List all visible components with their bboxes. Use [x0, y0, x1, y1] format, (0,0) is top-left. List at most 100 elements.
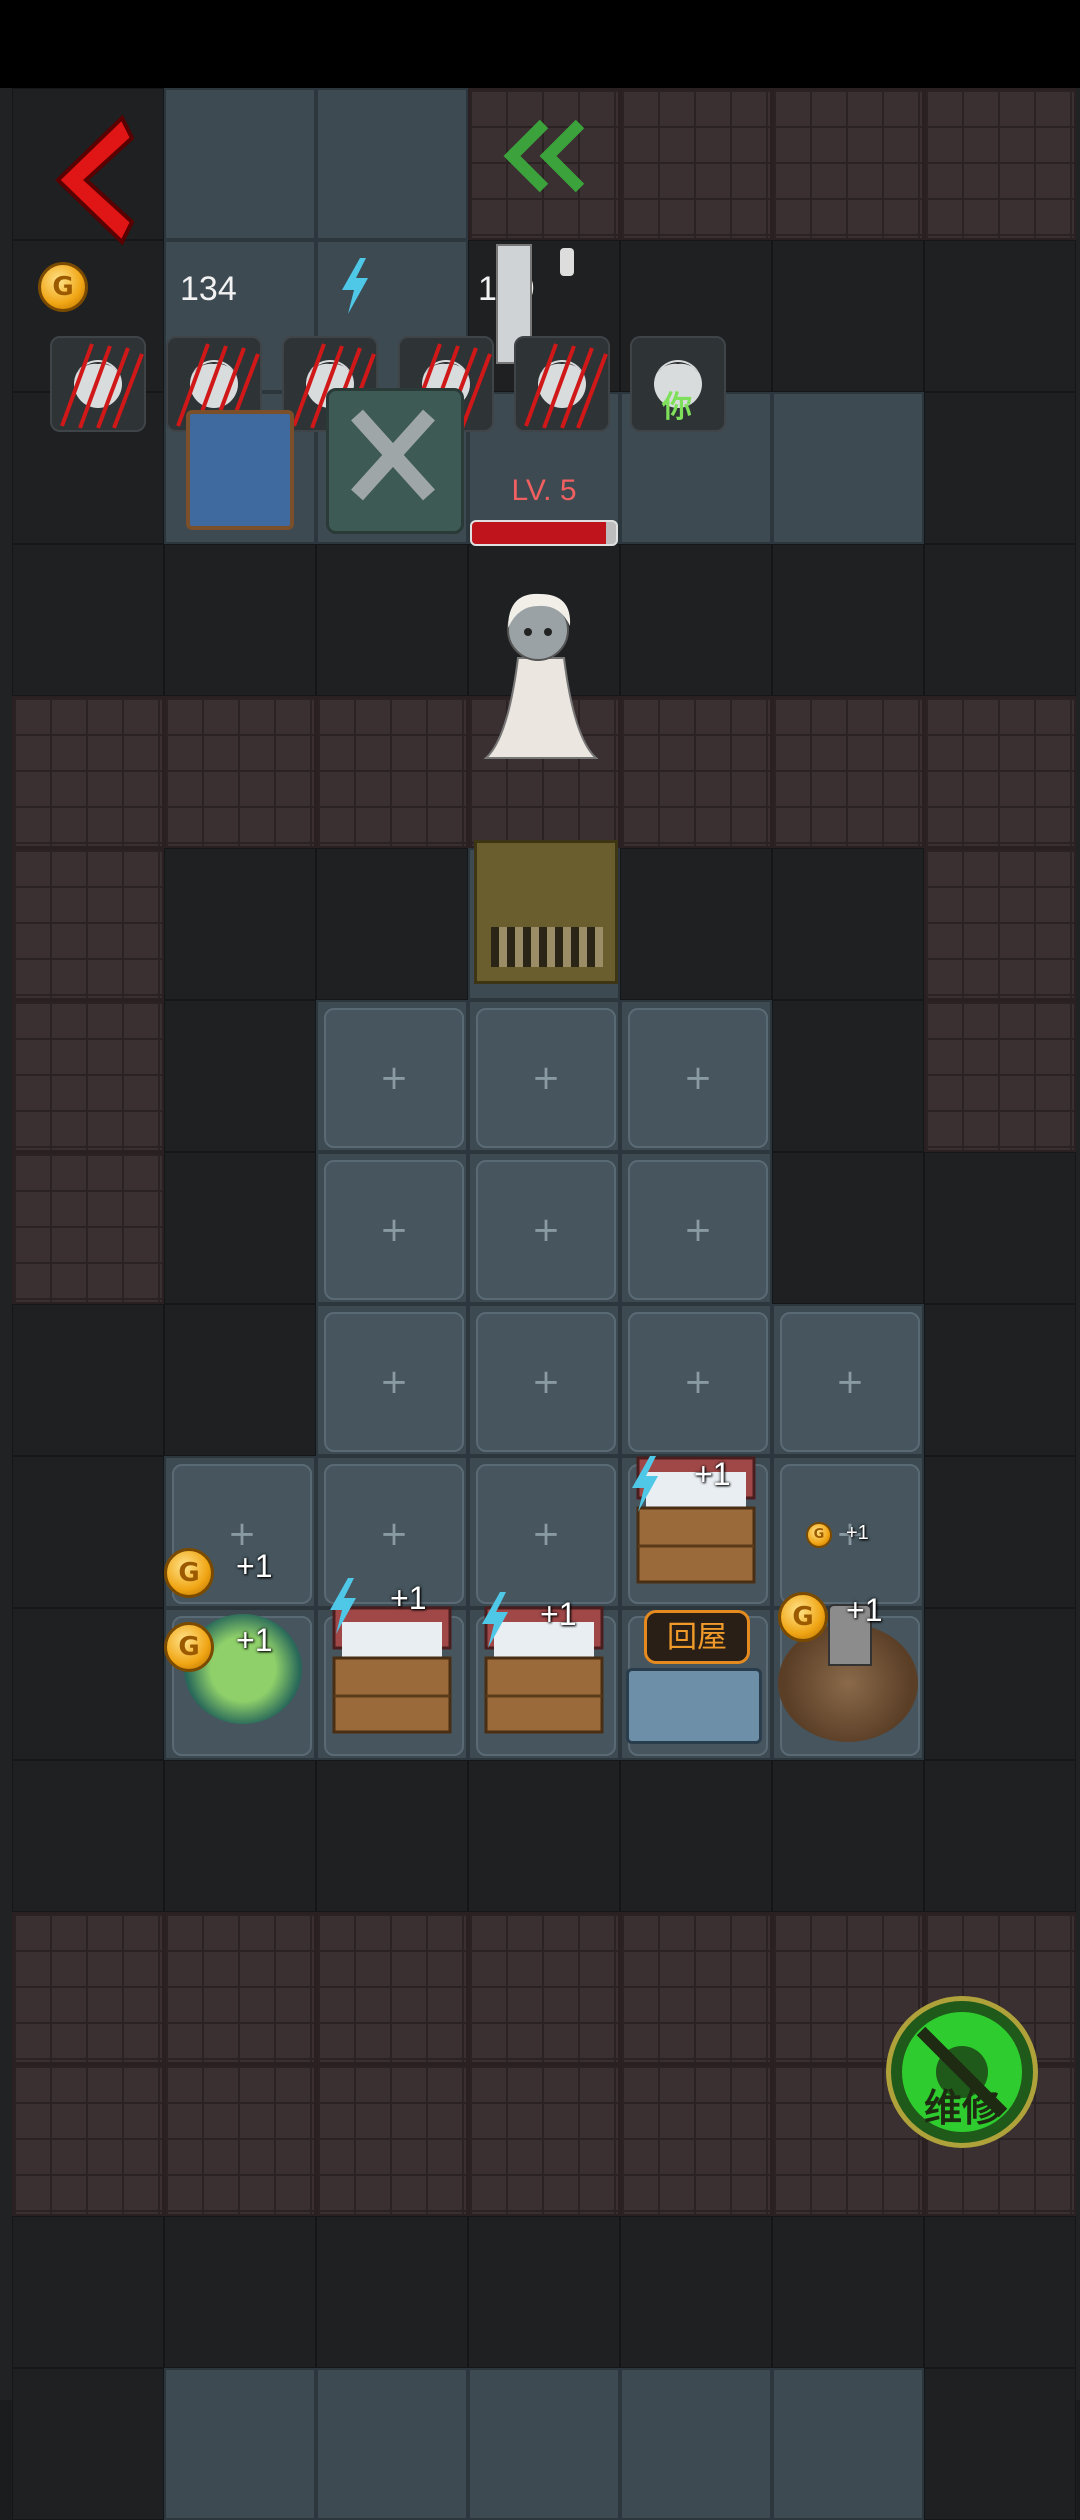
floor-tile	[316, 88, 468, 240]
income-plus-label: +1	[846, 1522, 869, 1544]
dark-tile	[772, 544, 924, 696]
wall-tile	[12, 848, 164, 1000]
wall-tile	[620, 696, 772, 848]
build-slot[interactable]	[316, 1152, 468, 1304]
income-plus-label: +1	[540, 1596, 577, 1632]
wall-tile	[468, 1912, 620, 2064]
dark-tile	[620, 1760, 772, 1912]
energy-bolt-icon	[342, 258, 368, 314]
dark-tile	[316, 544, 468, 696]
dark-tile	[12, 544, 164, 696]
enemy-health-fill	[472, 522, 606, 544]
wall-tile	[164, 1912, 316, 2064]
back-button[interactable]	[40, 110, 140, 250]
income-plus-label: +1	[236, 1622, 273, 1658]
build-slot[interactable]	[620, 1304, 772, 1456]
dark-tile	[12, 2216, 164, 2368]
bed[interactable]	[186, 410, 294, 530]
build-slot[interactable]	[316, 1000, 468, 1152]
build-slot[interactable]	[316, 1304, 468, 1456]
dark-tile	[12, 1304, 164, 1456]
enemy-health-bar	[470, 520, 618, 546]
gold-coin-icon: G	[38, 262, 88, 312]
dark-tile	[316, 848, 468, 1000]
floor-tile	[468, 2368, 620, 2520]
dark-tile	[924, 1152, 1076, 1304]
build-slot[interactable]	[468, 1000, 620, 1152]
repair-label: 维修	[923, 2086, 1000, 2130]
energy-bolt-icon	[330, 1578, 356, 1634]
trapdoor[interactable]	[474, 840, 618, 984]
dark-tile	[924, 1608, 1076, 1760]
gold-coin-icon: G	[164, 1548, 214, 1598]
repair-station[interactable]	[326, 388, 464, 534]
wall-tile	[12, 696, 164, 848]
build-slot[interactable]	[468, 1456, 620, 1608]
wall-tile	[924, 1000, 1076, 1152]
energy-bolt-icon	[482, 1592, 508, 1648]
double-chevron-icon	[503, 119, 585, 193]
floor-tile	[772, 392, 924, 544]
ghost-icon	[483, 593, 599, 759]
floor-tile	[164, 88, 316, 240]
dark-tile	[468, 2216, 620, 2368]
dark-tile	[12, 1760, 164, 1912]
you-character[interactable]: 你	[630, 336, 726, 432]
wall-tile	[620, 88, 772, 240]
dark-tile	[164, 2216, 316, 2368]
floor-tile	[620, 2368, 772, 2520]
income-plus-label: +1	[236, 1548, 273, 1584]
build-slot[interactable]	[620, 1152, 772, 1304]
slot-plus-icon	[628, 1160, 768, 1300]
dark-tile	[772, 1760, 924, 1912]
wall-tile	[12, 1152, 164, 1304]
character-portrait-icon	[60, 343, 144, 429]
dark-tile	[924, 1304, 1076, 1456]
dark-tile	[772, 240, 924, 392]
gold-coin-icon: G	[806, 1522, 832, 1548]
build-slot[interactable]	[620, 1000, 772, 1152]
slashed-character-1[interactable]	[50, 336, 146, 432]
wall-tile	[12, 1912, 164, 2064]
dark-tile	[164, 848, 316, 1000]
dark-tile	[164, 1304, 316, 1456]
build-slot[interactable]	[772, 1304, 924, 1456]
wrench-icon	[351, 409, 435, 501]
wall-tile	[620, 2064, 772, 2216]
gold-value: 134	[180, 270, 237, 308]
floor-tile	[316, 2368, 468, 2520]
enemy-level-label: LV. 5	[511, 474, 577, 507]
repair-button[interactable]: 维修	[886, 1996, 1038, 2148]
slot-plus-icon	[476, 1312, 616, 1452]
build-slot[interactable]	[468, 1304, 620, 1456]
wall-tile	[164, 2064, 316, 2216]
wall-tile	[468, 2064, 620, 2216]
floor-tile	[772, 2368, 924, 2520]
wall-tile	[772, 88, 924, 240]
slot-plus-icon	[476, 1160, 616, 1300]
slashed-character-5[interactable]	[514, 336, 610, 432]
slot-plus-icon	[628, 1008, 768, 1148]
wall-tile	[772, 696, 924, 848]
gold-coin-icon: G	[164, 1622, 214, 1672]
wall-tile	[620, 1912, 772, 2064]
dark-tile	[772, 848, 924, 1000]
status-bar	[0, 0, 1080, 88]
dark-tile	[924, 392, 1076, 544]
ghost-enemy[interactable]	[478, 588, 604, 764]
slot-plus-icon	[324, 1160, 464, 1300]
dark-tile	[316, 1760, 468, 1912]
dark-tile	[468, 1760, 620, 1912]
briefcase[interactable]	[626, 1668, 762, 1744]
dark-tile	[924, 544, 1076, 696]
build-slot[interactable]	[468, 1152, 620, 1304]
dark-tile	[924, 2216, 1076, 2368]
gold-coin-icon: G	[778, 1592, 828, 1642]
double-chevron-button[interactable]	[500, 118, 590, 194]
back-arrow-icon	[55, 114, 135, 246]
dark-tile	[164, 1760, 316, 1912]
dark-tile	[772, 1000, 924, 1152]
dark-tile	[164, 544, 316, 696]
wall-tile	[12, 1000, 164, 1152]
return-home-button[interactable]: 回屋	[644, 1610, 750, 1664]
